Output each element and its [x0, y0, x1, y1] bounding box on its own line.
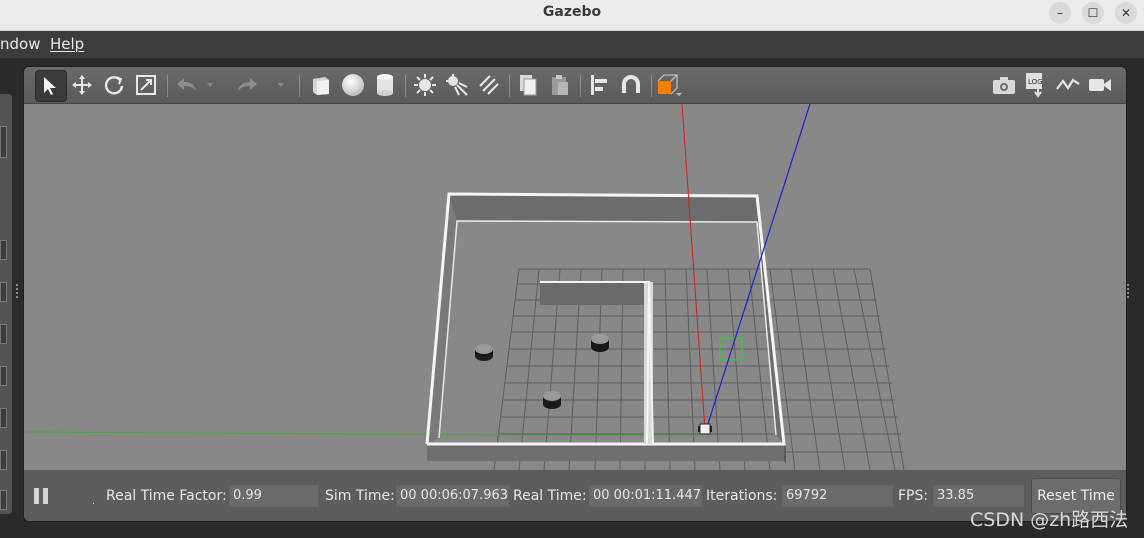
- screenshot-icon[interactable]: [989, 70, 1019, 100]
- z-axis-line: [705, 103, 811, 431]
- menu-bar: ndow Help: [0, 31, 1144, 58]
- directional-light-icon[interactable]: [474, 70, 504, 100]
- magnet-icon[interactable]: [616, 70, 646, 100]
- menu-window[interactable]: ndow: [0, 35, 40, 53]
- spot-light-icon[interactable]: [442, 70, 472, 100]
- copy-icon[interactable]: [513, 70, 543, 100]
- translate-icon[interactable]: [67, 70, 97, 100]
- real-time-factor-label: Real Time Factor:: [106, 488, 227, 504]
- real-time-factor-value: 0.99: [229, 485, 319, 507]
- video-icon[interactable]: [1085, 70, 1115, 100]
- maximize-button[interactable]: ☐: [1082, 2, 1104, 24]
- cylinder-obstacles: [475, 334, 609, 409]
- real-time-value: 00 00:01:11.447: [589, 485, 702, 507]
- paste-icon[interactable]: [545, 70, 575, 100]
- window-title: Gazebo: [542, 4, 602, 20]
- robot-model: [698, 423, 712, 435]
- left-panel-collapsed[interactable]: [0, 94, 12, 514]
- sphere-icon[interactable]: [338, 70, 368, 100]
- point-light-icon[interactable]: [410, 70, 440, 100]
- x-axis-line: [681, 103, 706, 431]
- redo-icon[interactable]: [232, 70, 262, 100]
- view-angle-icon[interactable]: [655, 70, 685, 100]
- cylinder-icon[interactable]: [370, 70, 400, 100]
- maze-walls: [425, 192, 786, 464]
- main-frame: LOG . Real Time Factor: 0.99 Sim Time: 0…: [23, 66, 1127, 522]
- scale-icon[interactable]: [131, 70, 161, 100]
- status-bar: . Real Time Factor: 0.99 Sim Time: 00 00…: [24, 470, 1126, 521]
- rotate-icon[interactable]: [99, 70, 129, 100]
- log-icon[interactable]: LOG: [1021, 70, 1051, 100]
- svg-text:LOG: LOG: [1028, 78, 1043, 86]
- window-titlebar: Gazebo – ☐ ✕: [0, 0, 1144, 31]
- right-splitter-handle[interactable]: [1127, 284, 1132, 298]
- close-button[interactable]: ✕: [1115, 2, 1137, 24]
- toolbar: LOG: [24, 67, 1126, 104]
- minimize-button[interactable]: –: [1049, 2, 1071, 24]
- plot-icon[interactable]: [1053, 70, 1083, 100]
- real-time-label: Real Time:: [513, 488, 587, 504]
- scene-render: [24, 103, 905, 471]
- menu-help[interactable]: Help: [50, 35, 84, 53]
- left-splitter-handle[interactable]: [16, 284, 21, 298]
- undo-dropdown-icon[interactable]: [202, 70, 218, 100]
- redo-dropdown-icon[interactable]: [273, 70, 289, 100]
- iterations-label: Iterations:: [706, 488, 778, 504]
- sim-time-value: 00 00:06:07.963: [396, 485, 509, 507]
- scene-viewport[interactable]: [24, 103, 1126, 471]
- iterations-value: 69792: [782, 485, 893, 507]
- box-icon[interactable]: [306, 70, 336, 100]
- pause-icon[interactable]: [34, 488, 50, 504]
- fps-label: FPS:: [898, 488, 929, 504]
- sim-time-label: Sim Time:: [325, 488, 395, 504]
- watermark: CSDN @zh路西法: [970, 509, 1129, 531]
- select-icon[interactable]: [35, 70, 67, 102]
- align-icon[interactable]: [584, 70, 614, 100]
- fps-value: 33.85: [933, 485, 1024, 507]
- undo-icon[interactable]: [172, 70, 202, 100]
